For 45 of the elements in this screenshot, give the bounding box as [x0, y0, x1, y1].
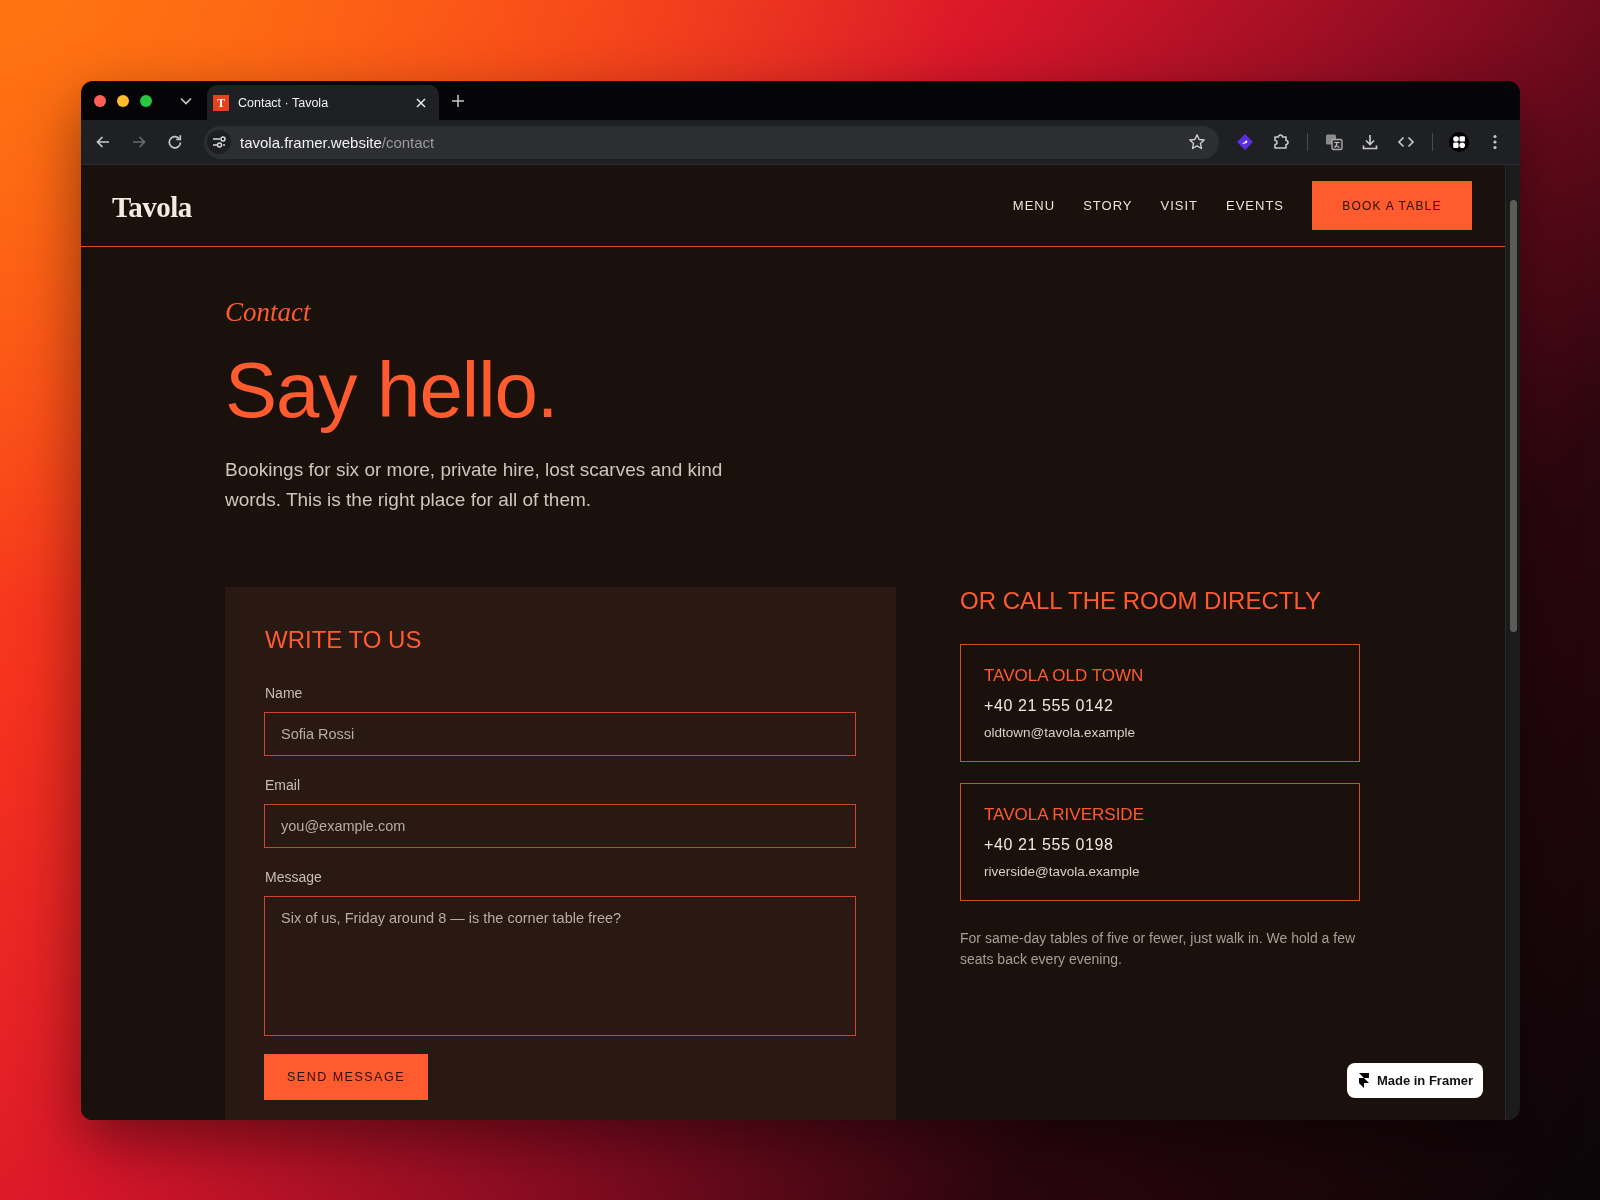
star-icon[interactable]: [1188, 133, 1206, 151]
call-heading: OR CALL THE ROOM DIRECTLY: [960, 587, 1321, 615]
text-input[interactable]: you@example.com: [264, 804, 856, 848]
field-label: Email: [265, 776, 300, 794]
walk-in-note: For same-day tables of five or fewer, just walk in. We hold a few seats back every evening.: [960, 929, 1357, 969]
framer-logo-icon: [1358, 1073, 1369, 1088]
book-table-button[interactable]: BOOK A TABLE: [1312, 181, 1472, 230]
favicon: T: [213, 94, 229, 111]
site-logo[interactable]: Tavola: [112, 190, 192, 224]
scrollbar-thumb[interactable]: [1509, 200, 1517, 632]
location-name: TAVOLA OLD TOWN: [984, 665, 1144, 687]
section-eyebrow: Contact: [225, 296, 311, 329]
grid-circle-icon[interactable]: [1449, 132, 1469, 152]
nav-link[interactable]: STORY: [1083, 198, 1133, 213]
maximize-window-icon[interactable]: [140, 94, 152, 107]
phone-number: +40 21 555 0198: [984, 835, 1114, 855]
nav-link[interactable]: VISIT: [1160, 198, 1198, 213]
url-text: tavola.framer.website/contact: [240, 133, 435, 151]
text-input[interactable]: Sofia Rossi: [264, 712, 856, 756]
message-textarea[interactable]: Six of us, Friday around 8 — is the corner table free?: [264, 896, 856, 1036]
location-name: TAVOLA RIVERSIDE: [984, 804, 1144, 826]
chevron-down-icon[interactable]: [180, 96, 192, 105]
made-in-framer-badge[interactable]: Made in Framer: [1346, 1063, 1483, 1098]
translate-icon[interactable]: [1324, 132, 1344, 152]
scrollbar-track[interactable]: [1505, 165, 1520, 1120]
sliders-icon[interactable]: [207, 130, 231, 154]
field-label: Message: [265, 868, 322, 886]
puzzle-icon[interactable]: [1271, 132, 1291, 152]
close-window-icon[interactable]: [94, 94, 106, 107]
address-bar[interactable]: tavola.framer.website/contact: [204, 125, 1219, 159]
plus-icon[interactable]: [452, 94, 464, 107]
download-icon[interactable]: [1360, 132, 1380, 152]
nav-link[interactable]: MENU: [1012, 198, 1056, 213]
nav-link[interactable]: EVENTS: [1226, 198, 1284, 213]
form-heading: WRITE TO US: [265, 625, 422, 655]
diamond-icon[interactable]: [1235, 132, 1255, 152]
send-message-button[interactable]: SEND MESSAGE: [264, 1054, 428, 1100]
field-label: Name: [265, 684, 303, 702]
intro-paragraph: Bookings for six or more, private hire, lost scarves and kind words. This is the right place for all of them.: [225, 458, 724, 512]
minimize-window-icon[interactable]: [117, 94, 129, 107]
email-address: oldtown@tavola.example: [984, 724, 1136, 742]
close-icon[interactable]: [416, 97, 426, 108]
phone-number: +40 21 555 0142: [984, 696, 1114, 716]
browser-tab[interactable]: T Contact · Tavola: [207, 85, 439, 120]
email-address: riverside@tavola.example: [984, 863, 1140, 881]
